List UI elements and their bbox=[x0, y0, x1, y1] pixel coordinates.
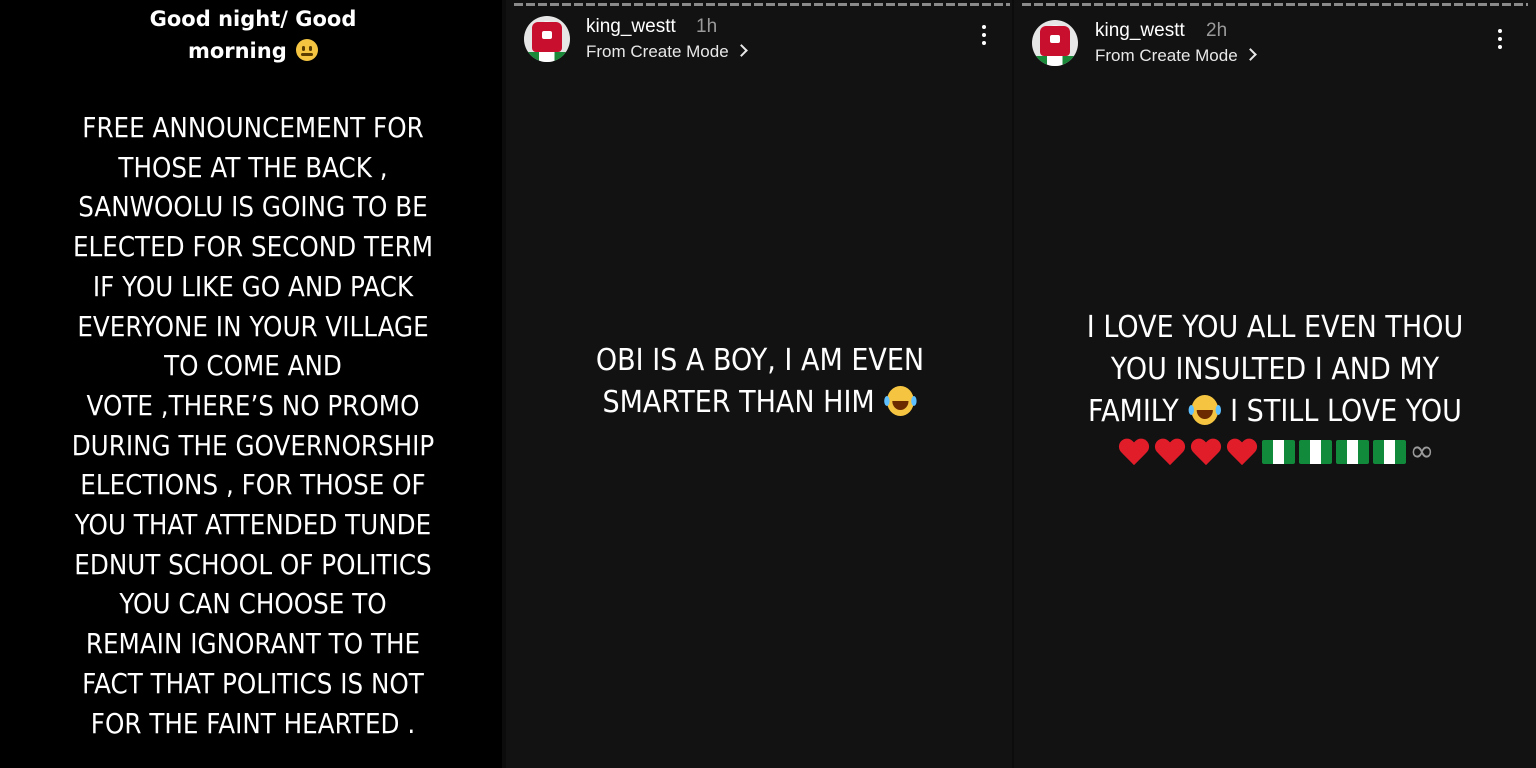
more-options-icon[interactable] bbox=[1490, 26, 1510, 56]
create-mode-label: From Create Mode bbox=[1095, 46, 1238, 65]
announcement-line: ELECTIONS , FOR THOSE OF bbox=[80, 468, 426, 502]
nigeria-flag-icon bbox=[1372, 440, 1406, 464]
announcement-line: FREE ANNOUNCEMENT FOR bbox=[82, 111, 424, 144]
left-story-panel: Good night/ Good morning FREE ANNOUNCEME… bbox=[0, 0, 506, 768]
announcement-line: REMAIN IGNORANT TO THE bbox=[85, 627, 421, 661]
announcement-line: EVERYONE IN YOUR VILLAGE bbox=[77, 309, 429, 343]
story-progress-bar bbox=[1022, 3, 1528, 6]
announcement-line: THOSE AT THE BACK , bbox=[118, 150, 388, 184]
avatar-flag bbox=[524, 52, 570, 62]
story-header: king_westt 2h From Create Mode bbox=[1014, 18, 1536, 78]
avatar-flag bbox=[1032, 56, 1078, 66]
avatar[interactable] bbox=[524, 16, 570, 62]
caption-line: YOU INSULTED I AND MY bbox=[1110, 352, 1440, 387]
red-heart-icon bbox=[1191, 437, 1221, 467]
caption-line-text: I STILL LOVE YOU bbox=[1230, 394, 1462, 429]
story-time: 1h bbox=[696, 16, 718, 37]
right-story-panel: king_westt 2h From Create Mode I LOVE YO… bbox=[1014, 0, 1536, 768]
announcement-line: EDNUT SCHOOL OF POLITICS bbox=[74, 547, 432, 581]
announcement-line: SANWOOLU IS GOING TO BE bbox=[78, 190, 428, 224]
red-heart-icon bbox=[1119, 437, 1149, 467]
caption-line: SMARTER THAN HIM bbox=[531, 382, 988, 424]
story-header: king_westt 1h From Create Mode bbox=[506, 14, 1014, 74]
username[interactable]: king_westt bbox=[1095, 20, 1185, 42]
story-caption: OBI IS A BOY, I AM EVEN SMARTER THAN HIM bbox=[531, 340, 988, 424]
announcement-line: ELECTED FOR SECOND TERM bbox=[72, 230, 434, 264]
announcement-line: FOR THE FAINT HEARTED . bbox=[90, 706, 416, 740]
nigeria-flag-icon bbox=[1298, 440, 1332, 464]
chevron-right-icon bbox=[734, 44, 748, 57]
laughing-tears-icon bbox=[884, 386, 914, 416]
announcement-line: DURING THE GOVERNORSHIP bbox=[71, 428, 435, 462]
greeting-line-2-text: morning bbox=[187, 39, 287, 63]
story-caption: I LOVE YOU ALL EVEN THOU YOU INSULTED I … bbox=[1040, 307, 1510, 433]
emoji-row: ∞ bbox=[1014, 437, 1536, 473]
caption-line-text: SMARTER THAN HIM bbox=[602, 385, 875, 420]
avatar-shirt bbox=[532, 22, 562, 52]
red-heart-icon bbox=[1155, 437, 1185, 467]
caption-line-text: FAMILY bbox=[1088, 394, 1179, 429]
announcement-line: FACT THAT POLITICS IS NOT bbox=[82, 666, 424, 700]
nigeria-flag-icon bbox=[1261, 440, 1295, 464]
caption-line: OBI IS A BOY, I AM EVEN bbox=[595, 343, 925, 378]
username[interactable]: king_westt bbox=[586, 16, 676, 38]
announcement-line: IF YOU LIKE GO AND PACK bbox=[92, 269, 414, 303]
announcement-line: YOU THAT ATTENDED TUNDE bbox=[74, 508, 432, 542]
story-time: 2h bbox=[1206, 20, 1228, 41]
caption-line: I LOVE YOU ALL EVEN THOU bbox=[1086, 310, 1464, 345]
greeting-line-1: Good night/ Good bbox=[149, 7, 357, 31]
caption-line: FAMILY I STILL LOVE YOU bbox=[1040, 391, 1510, 433]
chevron-right-icon bbox=[1243, 48, 1257, 61]
greeting-line-2: morning bbox=[0, 35, 506, 67]
story-progress-bar bbox=[514, 3, 1010, 6]
avatar-shirt bbox=[1040, 26, 1070, 56]
nigeria-flag-icon bbox=[1335, 440, 1369, 464]
laughing-tears-icon bbox=[1188, 395, 1218, 425]
greeting-text: Good night/ Good morning bbox=[0, 3, 506, 67]
more-options-icon[interactable] bbox=[974, 22, 994, 52]
announcement-line: VOTE ,THERE’S NO PROMO bbox=[86, 388, 420, 422]
announcement-line: YOU CAN CHOOSE TO bbox=[119, 587, 387, 621]
announcement-text: FREE ANNOUNCEMENT FOR THOSE AT THE BACK … bbox=[30, 108, 475, 743]
red-heart-icon bbox=[1227, 437, 1257, 467]
middle-story-panel: king_westt 1h From Create Mode OBI IS A … bbox=[506, 0, 1014, 768]
create-mode-link[interactable]: From Create Mode bbox=[586, 42, 748, 62]
create-mode-label: From Create Mode bbox=[586, 42, 729, 61]
create-mode-link[interactable]: From Create Mode bbox=[1095, 46, 1257, 66]
grinning-face-icon bbox=[296, 39, 319, 61]
infinity-icon: ∞ bbox=[1409, 434, 1435, 469]
avatar[interactable] bbox=[1032, 20, 1078, 66]
announcement-line: TO COME AND bbox=[164, 349, 342, 383]
